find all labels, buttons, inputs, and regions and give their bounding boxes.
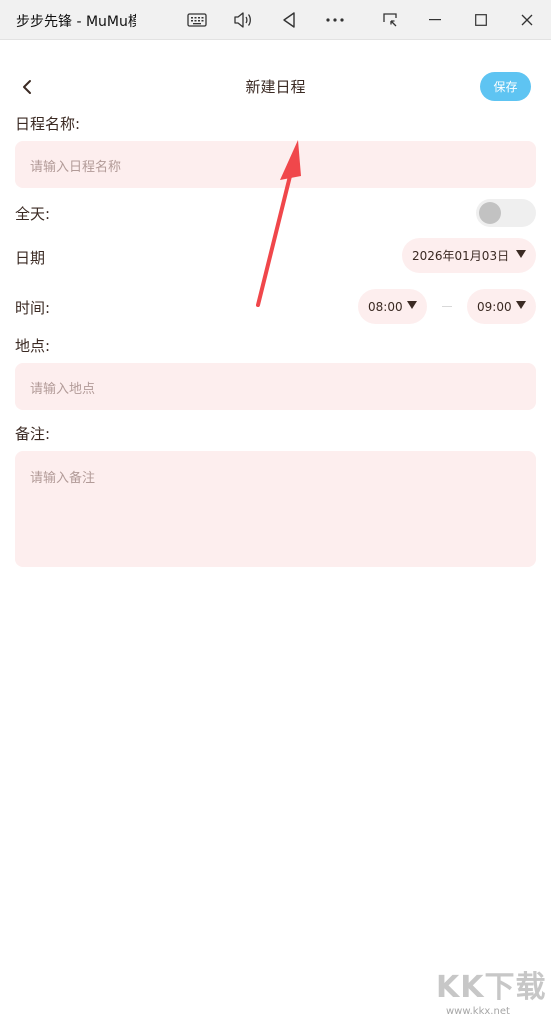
watermark-url: www.kkx.net (446, 1006, 510, 1017)
caret-down-icon (516, 250, 526, 258)
name-input[interactable]: 请输入日程名称 (15, 141, 536, 188)
end-time-select[interactable]: 09:00 (467, 289, 536, 324)
location-placeholder: 请输入地点 (30, 382, 96, 397)
location-input[interactable]: 请输入地点 (15, 363, 536, 410)
caret-down-icon (407, 301, 417, 309)
watermark-text: KK下载 (436, 970, 547, 1005)
start-time-value: 08:00 (368, 299, 403, 314)
screen-icon[interactable] (375, 5, 405, 35)
back-triangle-icon[interactable] (274, 5, 304, 35)
end-time-value: 09:00 (477, 299, 512, 314)
minimize-icon[interactable] (420, 5, 450, 35)
notes-label: 备注: (15, 425, 51, 443)
date-value: 2026年01月03日 (412, 249, 510, 263)
save-button[interactable]: 保存 (480, 72, 531, 101)
date-select[interactable]: 2026年01月03日 (402, 238, 536, 273)
notes-textarea[interactable]: 请输入备注 (15, 451, 536, 567)
more-icon[interactable] (320, 5, 350, 35)
start-time-select[interactable]: 08:00 (358, 289, 427, 324)
close-icon[interactable] (512, 5, 542, 35)
toggle-knob (479, 202, 501, 224)
allday-label: 全天: (15, 205, 51, 223)
maximize-icon[interactable] (466, 5, 496, 35)
notes-placeholder: 请输入备注 (30, 471, 96, 486)
caret-down-icon (516, 301, 526, 309)
volume-icon[interactable] (228, 5, 258, 35)
window-title: 步步先锋 - MuMu模拟器 (16, 14, 136, 30)
location-label: 地点: (15, 337, 51, 355)
page-title: 新建日程 (245, 78, 306, 96)
keyboard-icon[interactable] (182, 5, 212, 35)
time-label: 时间: (15, 299, 51, 317)
allday-toggle[interactable] (476, 199, 536, 227)
name-label: 日程名称: (15, 115, 81, 133)
window-titlebar: 步步先锋 - MuMu模拟器 (0, 0, 551, 40)
watermark-logo: KK下载 www.kkx.net (436, 962, 551, 1021)
time-separator (442, 306, 452, 307)
name-placeholder: 请输入日程名称 (30, 160, 122, 175)
date-label: 日期 (15, 249, 46, 267)
